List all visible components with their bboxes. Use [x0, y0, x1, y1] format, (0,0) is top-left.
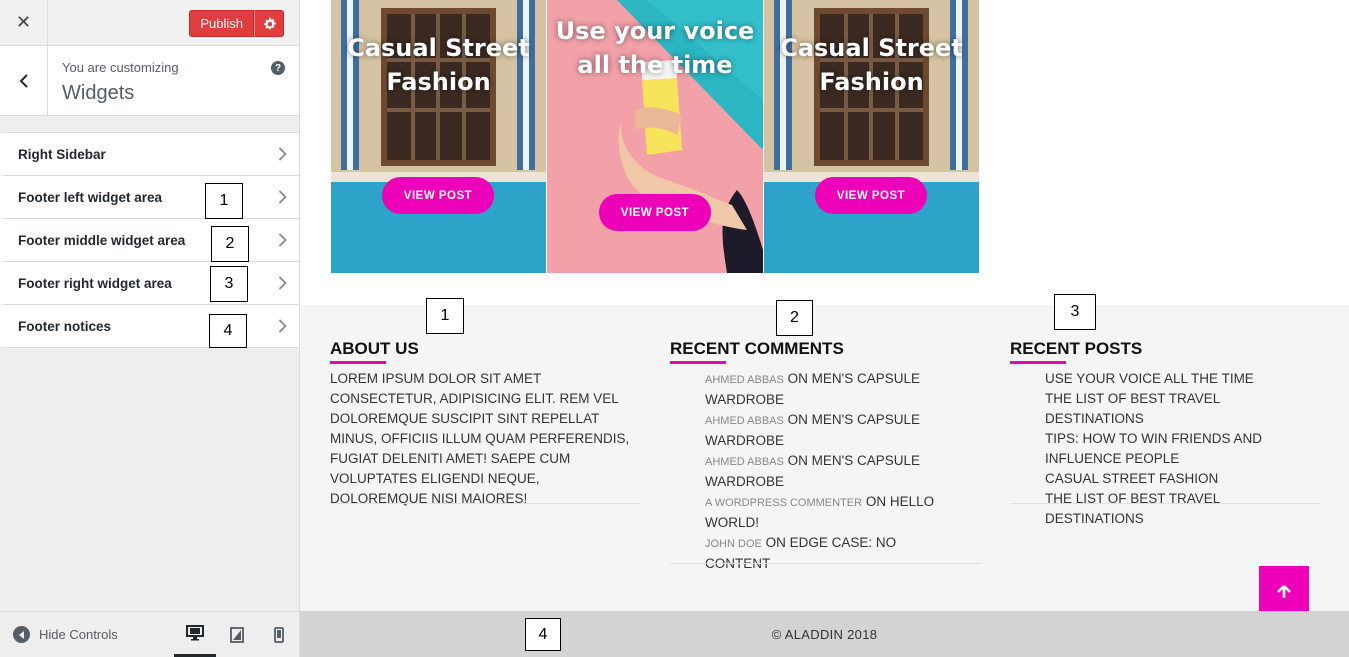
post-card-title: Casual Street Fashion [347, 34, 530, 96]
widget-divider [1010, 503, 1320, 504]
annotation-marker: 2 [211, 226, 249, 262]
hide-controls-button[interactable]: Hide Controls [13, 626, 118, 643]
comment-item: A WORDPRESS COMMENTER ON HELLO WORLD! [705, 492, 945, 533]
widget-area-label: Footer left widget area [18, 189, 163, 205]
widget-divider [330, 503, 640, 504]
view-post-button[interactable]: VIEW POST [382, 177, 494, 214]
widget-area-footer-middle[interactable]: Footer middle widget area [0, 219, 299, 262]
widget-area-list: Right Sidebar Footer left widget area Fo… [0, 132, 299, 348]
annotation-marker: 3 [210, 266, 248, 302]
annotation-marker: 2 [776, 300, 813, 336]
publish-settings-button[interactable] [254, 10, 284, 37]
post-card[interactable]: Casual Street Fashion VIEW POST [331, 0, 546, 273]
comment-on: ON [865, 494, 887, 509]
comment-item: JOHN DOE ON EDGE CASE: NO CONTENT [705, 533, 945, 574]
annotation-marker: 1 [426, 298, 464, 334]
post-card[interactable]: Use your voice all the time VIEW POST [547, 0, 763, 273]
comment-author[interactable]: AHMED ABBAS [705, 374, 784, 386]
arrow-up-icon [1277, 584, 1291, 598]
recent-post-link[interactable]: THE LIST OF BEST TRAVEL DESTINATIONS [1045, 389, 1320, 429]
preview-tablet-button[interactable] [216, 612, 258, 657]
view-post-button[interactable]: VIEW POST [599, 194, 711, 231]
widget-area-label: Right Sidebar [18, 146, 106, 162]
widget-area-footer-right[interactable]: Footer right widget area [0, 262, 299, 305]
preview-desktop-button[interactable] [174, 612, 216, 657]
widget-area-label: Footer right widget area [18, 275, 172, 291]
widget-area-label: Footer middle widget area [18, 232, 186, 248]
comment-on: ON [765, 535, 786, 550]
about-us-text: LOREM IPSUM DOLOR SIT AMET CONSECTETUR, … [330, 371, 630, 506]
comment-author[interactable]: JOHN DOE [705, 538, 762, 550]
customizer-sidebar: ✕ Publish You are customizing Widgets ? … [0, 0, 300, 657]
recent-post-link[interactable]: USE YOUR VOICE ALL THE TIME [1045, 369, 1320, 389]
post-card-title: Use your voice all the time [555, 17, 755, 79]
comment-author[interactable]: AHMED ABBAS [705, 456, 784, 468]
recent-post-link[interactable]: CASUAL STREET FASHION [1045, 469, 1320, 489]
recent-post-link[interactable]: TIPS: HOW TO WIN FRIENDS AND INFLUENCE P… [1045, 429, 1320, 469]
publish-button[interactable]: Publish [189, 10, 254, 37]
footer-widgets: ABOUT US LOREM IPSUM DOLOR SIT AMET CONS… [300, 294, 1349, 611]
comment-on: ON [787, 371, 808, 386]
widget-area-footer-notices[interactable]: Footer notices [0, 305, 299, 348]
recent-post-link[interactable]: THE LIST OF BEST TRAVEL DESTINATIONS [1045, 489, 1320, 529]
site-preview: Casual Street Fashion VIEW POST Use your… [300, 0, 1349, 657]
post-card[interactable]: Casual Street Fashion VIEW POST [764, 0, 979, 273]
help-icon[interactable]: ? [271, 61, 285, 75]
gear-icon [263, 17, 276, 30]
annotation-marker: 4 [525, 618, 561, 651]
widget-area-right-sidebar[interactable]: Right Sidebar [0, 132, 299, 176]
comment-item: AHMED ABBAS ON MEN'S CAPSULE WARDROBE [705, 451, 945, 492]
recent-comments-list: AHMED ABBAS ON MEN'S CAPSULE WARDROBE AH… [705, 369, 945, 574]
view-post-button[interactable]: VIEW POST [815, 177, 927, 214]
chevron-right-icon [278, 147, 287, 161]
chevron-left-icon [19, 74, 28, 88]
collapse-icon [13, 626, 30, 643]
comment-author[interactable]: A WORDPRESS COMMENTER [705, 497, 862, 509]
widget-divider [670, 563, 980, 564]
customizing-label: You are customizing [62, 60, 179, 75]
mobile-icon [274, 627, 284, 643]
recent-posts-title: RECENT POSTS [1010, 339, 1143, 364]
chevron-right-icon [278, 276, 287, 290]
annotation-marker: 1 [205, 183, 243, 219]
back-button[interactable] [0, 46, 48, 116]
widget-area-label: Footer notices [18, 318, 112, 334]
recent-posts-list: USE YOUR VOICE ALL THE TIME THE LIST OF … [1045, 369, 1320, 529]
close-customizer-button[interactable]: ✕ [0, 0, 48, 45]
preview-mobile-button[interactable] [258, 612, 300, 657]
hide-controls-label: Hide Controls [39, 627, 118, 642]
desktop-icon [186, 625, 204, 641]
recent-comments-title: RECENT COMMENTS [670, 339, 844, 364]
comment-item: AHMED ABBAS ON MEN'S CAPSULE WARDROBE [705, 410, 945, 451]
back-to-top-button[interactable] [1259, 566, 1309, 617]
comment-author[interactable]: AHMED ABBAS [705, 415, 784, 427]
comment-item: AHMED ABBAS ON MEN'S CAPSULE WARDROBE [705, 369, 945, 410]
customizer-section-header: You are customizing Widgets ? [0, 46, 299, 116]
section-title: Widgets [62, 82, 135, 104]
chevron-right-icon [278, 319, 287, 333]
footer-notices-bar: © ALADDIN 2018 4 [300, 611, 1349, 657]
post-card-title: Casual Street Fashion [780, 34, 963, 96]
comment-on: ON [787, 453, 808, 468]
widget-area-footer-left[interactable]: Footer left widget area [0, 176, 299, 219]
annotation-marker: 3 [1054, 294, 1096, 330]
annotation-marker: 4 [209, 314, 247, 348]
chevron-right-icon [278, 233, 287, 247]
customizer-header: ✕ Publish [0, 0, 299, 46]
tablet-icon [230, 627, 244, 643]
about-us-title: ABOUT US [330, 339, 419, 364]
comment-on: ON [787, 412, 808, 427]
chevron-right-icon [278, 190, 287, 204]
close-icon: ✕ [15, 12, 32, 32]
publish-group: Publish [189, 10, 284, 37]
copyright-text: © ALADDIN 2018 [771, 627, 878, 642]
customizer-footer: Hide Controls [0, 611, 299, 657]
